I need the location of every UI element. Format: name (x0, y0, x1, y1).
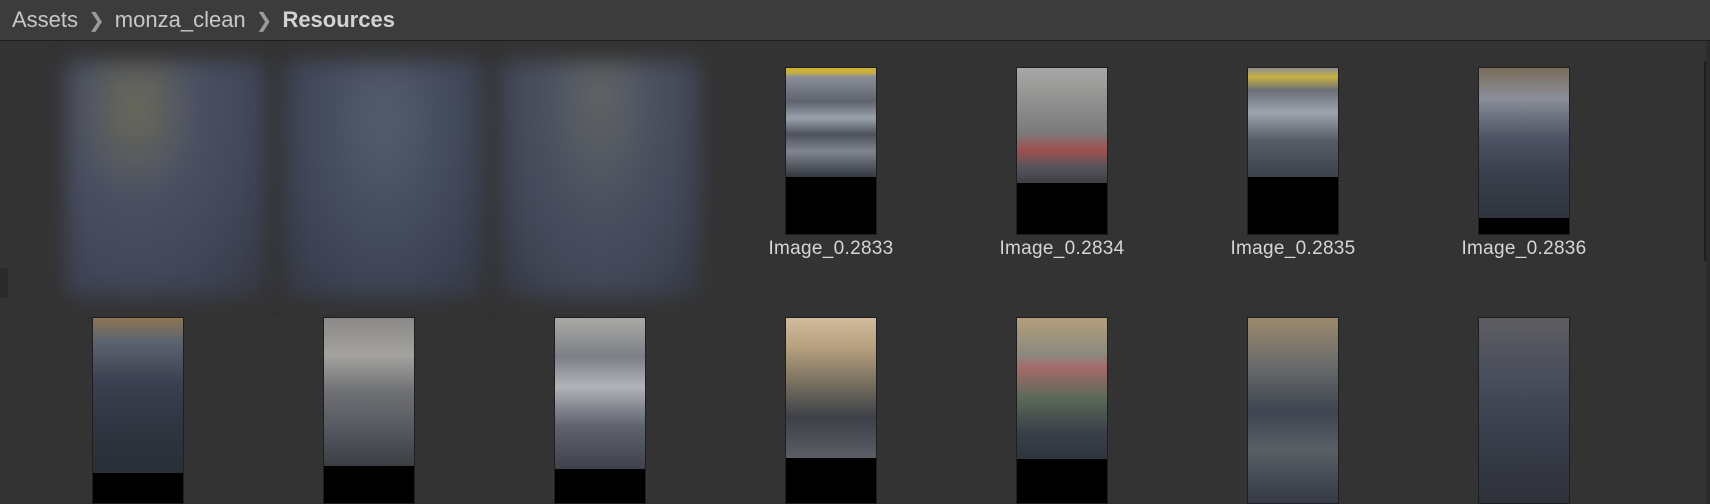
asset-label: Image_0.2836 (1461, 238, 1587, 259)
panel-edge (0, 268, 8, 298)
breadcrumb-resources[interactable]: Resources (282, 7, 395, 33)
asset-thumbnail (1478, 67, 1570, 235)
asset-thumbnail (785, 67, 877, 235)
asset-thumbnail[interactable] (323, 317, 415, 504)
asset-thumbnail (1016, 67, 1108, 235)
asset-label: Image_0.2833 (768, 238, 894, 259)
chevron-right-icon: ❯ (88, 9, 105, 32)
asset-thumbnail[interactable] (554, 317, 646, 504)
scrollbar[interactable] (1706, 41, 1710, 504)
breadcrumb: Assets ❯ monza_clean ❯ Resources (12, 0, 395, 40)
asset-thumbnail-loading[interactable] (500, 61, 700, 297)
asset-thumbnail (1247, 67, 1339, 235)
asset-thumbnail-loading[interactable] (284, 61, 484, 297)
asset-thumbnail[interactable] (92, 317, 184, 504)
chevron-right-icon: ❯ (255, 9, 273, 32)
breadcrumb-assets[interactable]: Assets (12, 7, 78, 33)
asset-grid: Image_0.2833 Image_0.2834 Image_0.2835 I… (0, 41, 1710, 504)
asset-label: Image_0.2835 (1230, 238, 1356, 259)
asset-thumbnail[interactable] (1247, 317, 1339, 504)
asset-thumbnail[interactable] (785, 317, 877, 504)
asset-thumbnail-loading[interactable] (66, 61, 266, 297)
breadcrumb-monza-clean[interactable]: monza_clean (115, 7, 246, 33)
asset-label: Image_0.2834 (999, 238, 1125, 259)
path-bar: Assets ❯ monza_clean ❯ Resources (0, 0, 1710, 41)
asset-thumbnail[interactable] (1478, 317, 1570, 504)
asset-thumbnail[interactable] (1016, 317, 1108, 504)
